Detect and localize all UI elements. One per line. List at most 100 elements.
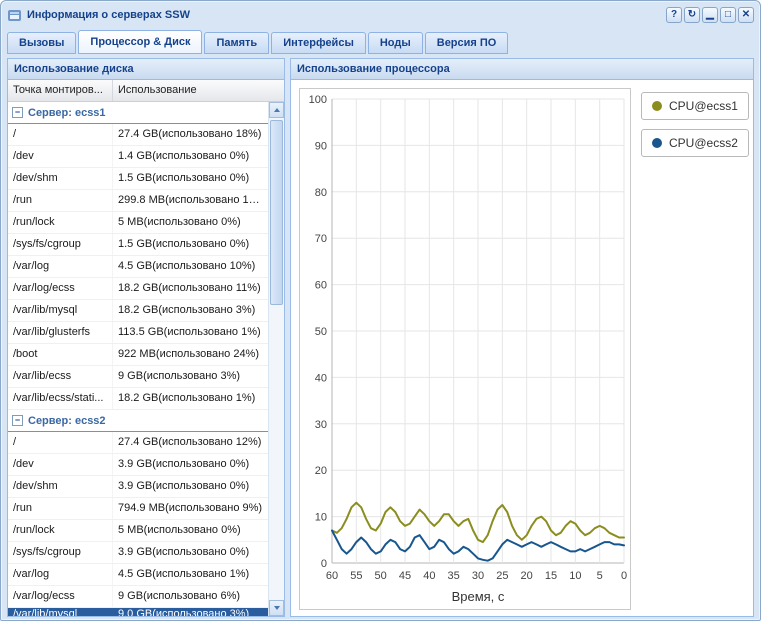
usage-cell: 18.2 GB(использовано 3%) [113,300,268,321]
table-row[interactable]: /dev/shm1.5 GB(использовано 0%) [8,168,268,190]
table-row[interactable]: /run/lock5 MB(использовано 0%) [8,212,268,234]
usage-cell: 5 MB(использовано 0%) [113,212,268,233]
table-row-selected[interactable]: /var/lib/mysql9.0 GB(использовано 3%) [8,608,268,616]
usage-cell: 9 GB(использовано 3%) [113,366,268,387]
svg-text:50: 50 [315,326,327,338]
scrollbar[interactable] [268,102,284,616]
legend-color-dot [652,101,662,111]
mount-cell: /var/lib/mysql [8,608,113,616]
scroll-down-button[interactable] [269,600,284,616]
usage-cell: 3.9 GB(использовано 0%) [113,542,268,563]
table-row[interactable]: /var/lib/mysql18.2 GB(использовано 3%) [8,300,268,322]
table-row[interactable]: /run299.8 MB(использовано 17... [8,190,268,212]
legend-item-2[interactable]: CPU@ecss2 [641,129,749,157]
svg-text:60: 60 [315,280,327,292]
collapse-icon[interactable]: − [12,415,23,426]
disk-panel-header: Использование диска [8,59,284,80]
maximize-button[interactable]: □ [720,7,736,23]
legend-item-1[interactable]: CPU@ecss1 [641,92,749,120]
mount-cell: /sys/fs/cgroup [8,542,113,563]
group-header-row[interactable]: −Сервер: ecss2 [8,410,268,432]
content-area: Использование диска Точка монтиров...Исп… [7,58,754,617]
group-header-row[interactable]: −Сервер: ecss1 [8,102,268,124]
table-row[interactable]: /var/log/ecss18.2 GB(использовано 11%) [8,278,268,300]
svg-text:20: 20 [521,570,533,582]
mount-cell: / [8,432,113,453]
mount-cell: /run/lock [8,520,113,541]
cpu-panel-body: 0102030405060708090100605550454035302520… [291,80,753,616]
cpu-chart-svg: 0102030405060708090100605550454035302520… [300,89,630,609]
table-row[interactable]: /dev/shm3.9 GB(использовано 0%) [8,476,268,498]
tab-calls[interactable]: Вызовы [7,32,76,54]
table-row[interactable]: /27.4 GB(использовано 18%) [8,124,268,146]
grid-body: −Сервер: ecss1/27.4 GB(использовано 18%)… [8,102,284,616]
svg-text:45: 45 [399,570,411,582]
mount-cell: /dev [8,146,113,167]
table-row[interactable]: /run/lock5 MB(использовано 0%) [8,520,268,542]
usage-cell: 9.0 GB(использовано 3%) [113,608,268,616]
mount-cell: /sys/fs/cgroup [8,234,113,255]
grid-header: Точка монтиров...Использование [8,80,284,102]
table-row[interactable]: /sys/fs/cgroup3.9 GB(использовано 0%) [8,542,268,564]
window-icon [7,8,22,23]
tab-nodes[interactable]: Ноды [368,32,423,54]
table-row[interactable]: /var/log4.5 GB(использовано 1%) [8,564,268,586]
title-bar[interactable]: Информация о серверах SSW ?↻▁□✕ [7,5,754,25]
cpu-chart: 0102030405060708090100605550454035302520… [299,88,631,610]
help-button[interactable]: ? [666,7,682,23]
column-header[interactable]: Использование [113,80,284,101]
svg-text:100: 100 [309,94,327,106]
table-row[interactable]: /dev1.4 GB(использовано 0%) [8,146,268,168]
tab-version[interactable]: Версия ПО [425,32,509,54]
tab-bar: ВызовыПроцессор & ДискПамятьИнтерфейсыНо… [7,29,754,54]
refresh-button[interactable]: ↻ [684,7,700,23]
mount-cell: /var/log [8,256,113,277]
mount-cell: /var/log/ecss [8,278,113,299]
usage-cell: 3.9 GB(использовано 0%) [113,454,268,475]
usage-cell: 4.5 GB(использовано 10%) [113,256,268,277]
scrollbar-thumb[interactable] [270,120,283,305]
svg-text:10: 10 [569,570,581,582]
table-row[interactable]: /boot922 MB(использовано 24%) [8,344,268,366]
table-row[interactable]: /var/lib/ecss/stati...18.2 GB(использова… [8,388,268,410]
disk-usage-panel: Использование диска Точка монтиров...Исп… [7,58,285,617]
tab-cpu-disk[interactable]: Процессор & Диск [78,30,202,54]
svg-text:40: 40 [423,570,435,582]
minimize-button[interactable]: ▁ [702,7,718,23]
table-row[interactable]: /run794.9 MB(использовано 9%) [8,498,268,520]
svg-text:10: 10 [315,512,327,524]
group-label: Сервер: ecss1 [28,107,106,119]
mount-cell: / [8,124,113,145]
table-row[interactable]: /27.4 GB(использовано 12%) [8,432,268,454]
table-row[interactable]: /dev3.9 GB(использовано 0%) [8,454,268,476]
close-button[interactable]: ✕ [738,7,754,23]
mount-cell: /boot [8,344,113,365]
mount-cell: /var/lib/ecss/stati... [8,388,113,409]
scroll-up-button[interactable] [269,102,284,118]
window-controls: ?↻▁□✕ [666,7,754,23]
usage-cell: 113.5 GB(использовано 1%) [113,322,268,343]
table-row[interactable]: /sys/fs/cgroup1.5 GB(использовано 0%) [8,234,268,256]
svg-text:60: 60 [326,570,338,582]
grid-lines [332,99,624,563]
mount-cell: /var/lib/glusterfs [8,322,113,343]
tab-interfaces[interactable]: Интерфейсы [271,32,366,54]
svg-text:50: 50 [375,570,387,582]
tab-memory[interactable]: Память [204,32,269,54]
table-row[interactable]: /var/lib/ecss9 GB(использовано 3%) [8,366,268,388]
mount-cell: /dev [8,454,113,475]
usage-cell: 4.5 GB(использовано 1%) [113,564,268,585]
table-row[interactable]: /var/log4.5 GB(использовано 10%) [8,256,268,278]
collapse-icon[interactable]: − [12,107,23,118]
svg-text:25: 25 [496,570,508,582]
svg-text:20: 20 [315,465,327,477]
mount-cell: /var/log/ecss [8,586,113,607]
usage-cell: 27.4 GB(использовано 18%) [113,124,268,145]
column-header[interactable]: Точка монтиров... [8,80,113,101]
legend-label: CPU@ecss1 [669,99,738,113]
triangle-down-icon [274,606,280,610]
legend-label: CPU@ecss2 [669,136,738,150]
table-row[interactable]: /var/log/ecss9 GB(использовано 6%) [8,586,268,608]
table-row[interactable]: /var/lib/glusterfs113.5 GB(использовано … [8,322,268,344]
grid-rows: −Сервер: ecss1/27.4 GB(использовано 18%)… [8,102,268,616]
